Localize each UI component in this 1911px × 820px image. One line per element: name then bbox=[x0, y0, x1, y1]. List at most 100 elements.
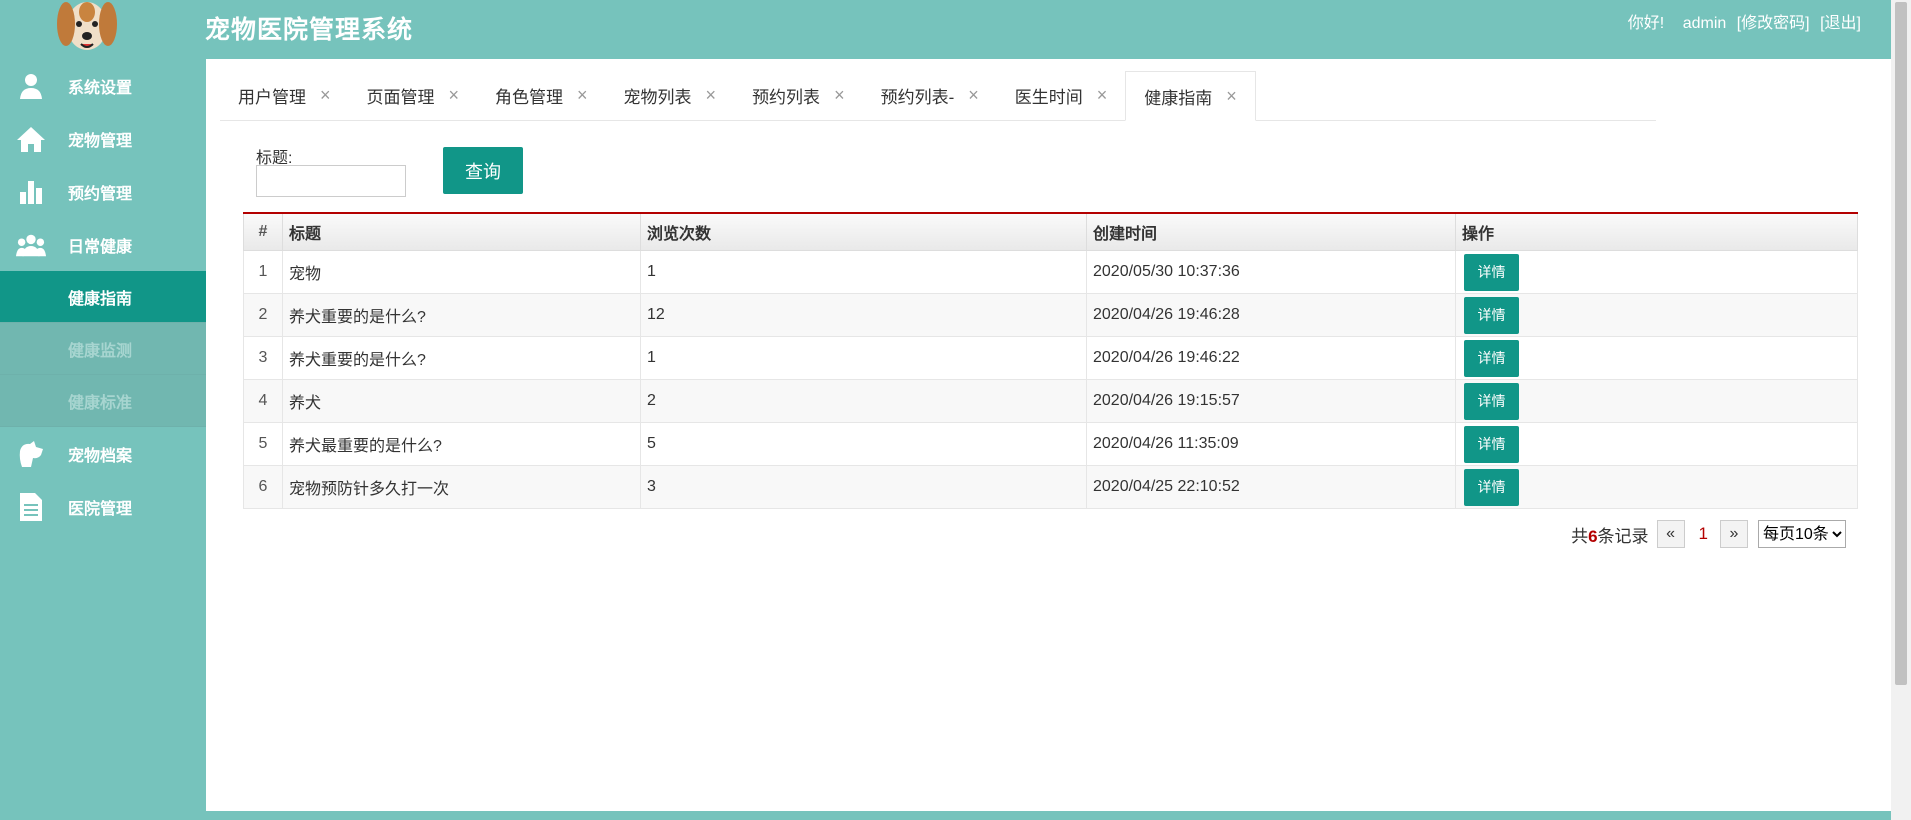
detail-button[interactable]: 详情 bbox=[1464, 253, 1519, 291]
column-header: 浏览次数 bbox=[640, 212, 1087, 251]
next-page-button[interactable]: » bbox=[1720, 520, 1748, 548]
column-header: # bbox=[243, 212, 283, 251]
close-icon[interactable]: × bbox=[577, 85, 588, 106]
bar-chart-icon bbox=[16, 177, 46, 207]
row-created-time: 2020/04/25 22:10:52 bbox=[1086, 465, 1456, 509]
table-row: 4 养犬 2 2020/04/26 19:15:57 详情 bbox=[243, 379, 1858, 423]
sidebar-subitem-label: 健康标准 bbox=[68, 394, 133, 412]
user-icon bbox=[16, 71, 46, 101]
sidebar-item-pet-records[interactable]: 宠物档案 bbox=[0, 427, 206, 480]
tab-label: 用户管理 bbox=[238, 88, 306, 107]
sidebar-item-label: 日常健康 bbox=[68, 238, 133, 256]
logout-link[interactable]: [退出] bbox=[1820, 15, 1861, 32]
page-number-1[interactable]: 1 bbox=[1699, 524, 1708, 544]
tab-pet-list[interactable]: 宠物列表 × bbox=[606, 71, 735, 120]
group-icon bbox=[16, 230, 46, 260]
query-button[interactable]: 查询 bbox=[443, 147, 523, 194]
row-title: 养犬 bbox=[282, 379, 641, 423]
dog-logo bbox=[54, 0, 120, 58]
row-actions: 详情 bbox=[1455, 379, 1858, 423]
sidebar-item-label: 系统设置 bbox=[68, 79, 133, 97]
close-icon[interactable]: × bbox=[1097, 85, 1108, 106]
detail-button[interactable]: 详情 bbox=[1464, 339, 1519, 377]
column-header: 标题 bbox=[282, 212, 641, 251]
row-created-time: 2020/04/26 19:46:28 bbox=[1086, 293, 1456, 337]
top-header: 宠物医院管理系统 你好! admin [修改密码] [退出] bbox=[0, 0, 1911, 59]
sidebar-subitem-health-guide[interactable]: 健康指南 bbox=[0, 271, 206, 323]
pagination: 共6条记录 « 1 » 每页10条 bbox=[1571, 520, 1846, 548]
row-created-time: 2020/04/26 11:35:09 bbox=[1086, 422, 1456, 466]
close-icon[interactable]: × bbox=[1226, 86, 1237, 107]
total-count: 6 bbox=[1588, 526, 1598, 546]
document-icon bbox=[16, 492, 46, 522]
sidebar-item-pet-management[interactable]: 宠物管理 bbox=[0, 112, 206, 165]
vertical-scrollbar[interactable] bbox=[1891, 0, 1911, 820]
tab-label: 医生时间 bbox=[1014, 88, 1083, 107]
row-index: 4 bbox=[243, 379, 283, 423]
row-actions: 详情 bbox=[1455, 336, 1858, 380]
row-index: 3 bbox=[243, 336, 283, 380]
close-icon[interactable]: × bbox=[834, 85, 845, 106]
username: admin bbox=[1682, 15, 1727, 32]
tab-label: 宠物列表 bbox=[623, 88, 692, 107]
sidebar-item-daily-health[interactable]: 日常健康 bbox=[0, 218, 206, 271]
prev-page-button[interactable]: « bbox=[1656, 520, 1685, 548]
tab-role-management[interactable]: 角色管理 × bbox=[477, 71, 606, 120]
sidebar-subitem-health-monitoring[interactable]: 健康监测 bbox=[0, 323, 206, 375]
row-actions: 详情 bbox=[1455, 465, 1858, 509]
main-content: 用户管理 × 页面管理 × 角色管理 × 宠物列表 × 预约列表 × 预约列表- × 医生时… bbox=[206, 59, 1891, 811]
sidebar-item-label: 预约管理 bbox=[68, 185, 133, 203]
sidebar-subitem-label: 健康监测 bbox=[68, 342, 133, 360]
detail-button[interactable]: 详情 bbox=[1464, 425, 1519, 463]
scrollbar-thumb[interactable] bbox=[1895, 2, 1907, 685]
row-views: 2 bbox=[640, 379, 1087, 423]
row-actions: 详情 bbox=[1455, 250, 1858, 294]
table-row: 2 养犬重要的是什么? 12 2020/04/26 19:46:28 详情 bbox=[243, 293, 1858, 337]
sidebar-item-hospital-management[interactable]: 医院管理 bbox=[0, 480, 206, 533]
bottom-bar bbox=[206, 811, 1891, 820]
tab-bar: 用户管理 × 页面管理 × 角色管理 × 宠物列表 × 预约列表 × 预约列表- × 医生时… bbox=[220, 71, 1656, 121]
close-icon[interactable]: × bbox=[706, 85, 717, 106]
detail-button[interactable]: 详情 bbox=[1464, 382, 1519, 420]
close-icon[interactable]: × bbox=[968, 85, 979, 106]
close-icon[interactable]: × bbox=[449, 85, 460, 106]
tab-appointment-list-2[interactable]: 预约列表- × bbox=[863, 71, 997, 120]
table-row: 6 宠物预防针多久打一次 3 2020/04/25 22:10:52 详情 bbox=[243, 465, 1858, 509]
tab-label: 健康指南 bbox=[1144, 88, 1213, 108]
tab-health-guide[interactable]: 健康指南 × bbox=[1125, 71, 1256, 121]
sidebar-item-appointment-management[interactable]: 预约管理 bbox=[0, 165, 206, 218]
row-created-time: 2020/04/26 19:46:22 bbox=[1086, 336, 1456, 380]
tab-user-management[interactable]: 用户管理 × bbox=[220, 71, 349, 120]
row-views: 5 bbox=[640, 422, 1087, 466]
sidebar-item-system-settings[interactable]: 系统设置 bbox=[0, 59, 206, 112]
home-icon bbox=[16, 124, 46, 154]
sidebar: 系统设置 宠物管理 预约管理 日常健康 健康指南 健康监测 健康标准 宠物档案 bbox=[0, 59, 206, 820]
table-row: 5 养犬最重要的是什么? 5 2020/04/26 11:35:09 详情 bbox=[243, 422, 1858, 466]
table-row: 3 养犬重要的是什么? 1 2020/04/26 19:46:22 详情 bbox=[243, 336, 1858, 380]
tab-doctor-time[interactable]: 医生时间 × bbox=[997, 71, 1126, 120]
column-header: 创建时间 bbox=[1086, 212, 1456, 251]
tab-appointment-list[interactable]: 预约列表 × bbox=[734, 71, 863, 120]
row-views: 12 bbox=[640, 293, 1087, 337]
page-size-select[interactable]: 每页10条 bbox=[1758, 520, 1846, 548]
detail-button[interactable]: 详情 bbox=[1464, 296, 1519, 334]
row-created-time: 2020/04/26 19:15:57 bbox=[1086, 379, 1456, 423]
row-views: 3 bbox=[640, 465, 1087, 509]
row-title: 养犬最重要的是什么? bbox=[282, 422, 641, 466]
row-title: 宠物 bbox=[282, 250, 641, 294]
pet-icon bbox=[16, 439, 46, 469]
table-header-row: # 标题 浏览次数 创建时间 操作 bbox=[243, 212, 1858, 251]
search-title-input[interactable] bbox=[256, 165, 406, 197]
close-icon[interactable]: × bbox=[320, 85, 331, 106]
tab-page-management[interactable]: 页面管理 × bbox=[349, 71, 478, 120]
row-index: 6 bbox=[243, 465, 283, 509]
tab-label: 预约列表 bbox=[752, 88, 821, 107]
row-title: 养犬重要的是什么? bbox=[282, 336, 641, 380]
row-actions: 详情 bbox=[1455, 293, 1858, 337]
change-password-link[interactable]: [修改密码] bbox=[1737, 15, 1810, 32]
row-title: 宠物预防针多久打一次 bbox=[282, 465, 641, 509]
sidebar-subitem-health-standard[interactable]: 健康标准 bbox=[0, 375, 206, 427]
total-records: 共6条记录 bbox=[1571, 522, 1648, 547]
detail-button[interactable]: 详情 bbox=[1464, 468, 1519, 506]
row-views: 1 bbox=[640, 336, 1087, 380]
